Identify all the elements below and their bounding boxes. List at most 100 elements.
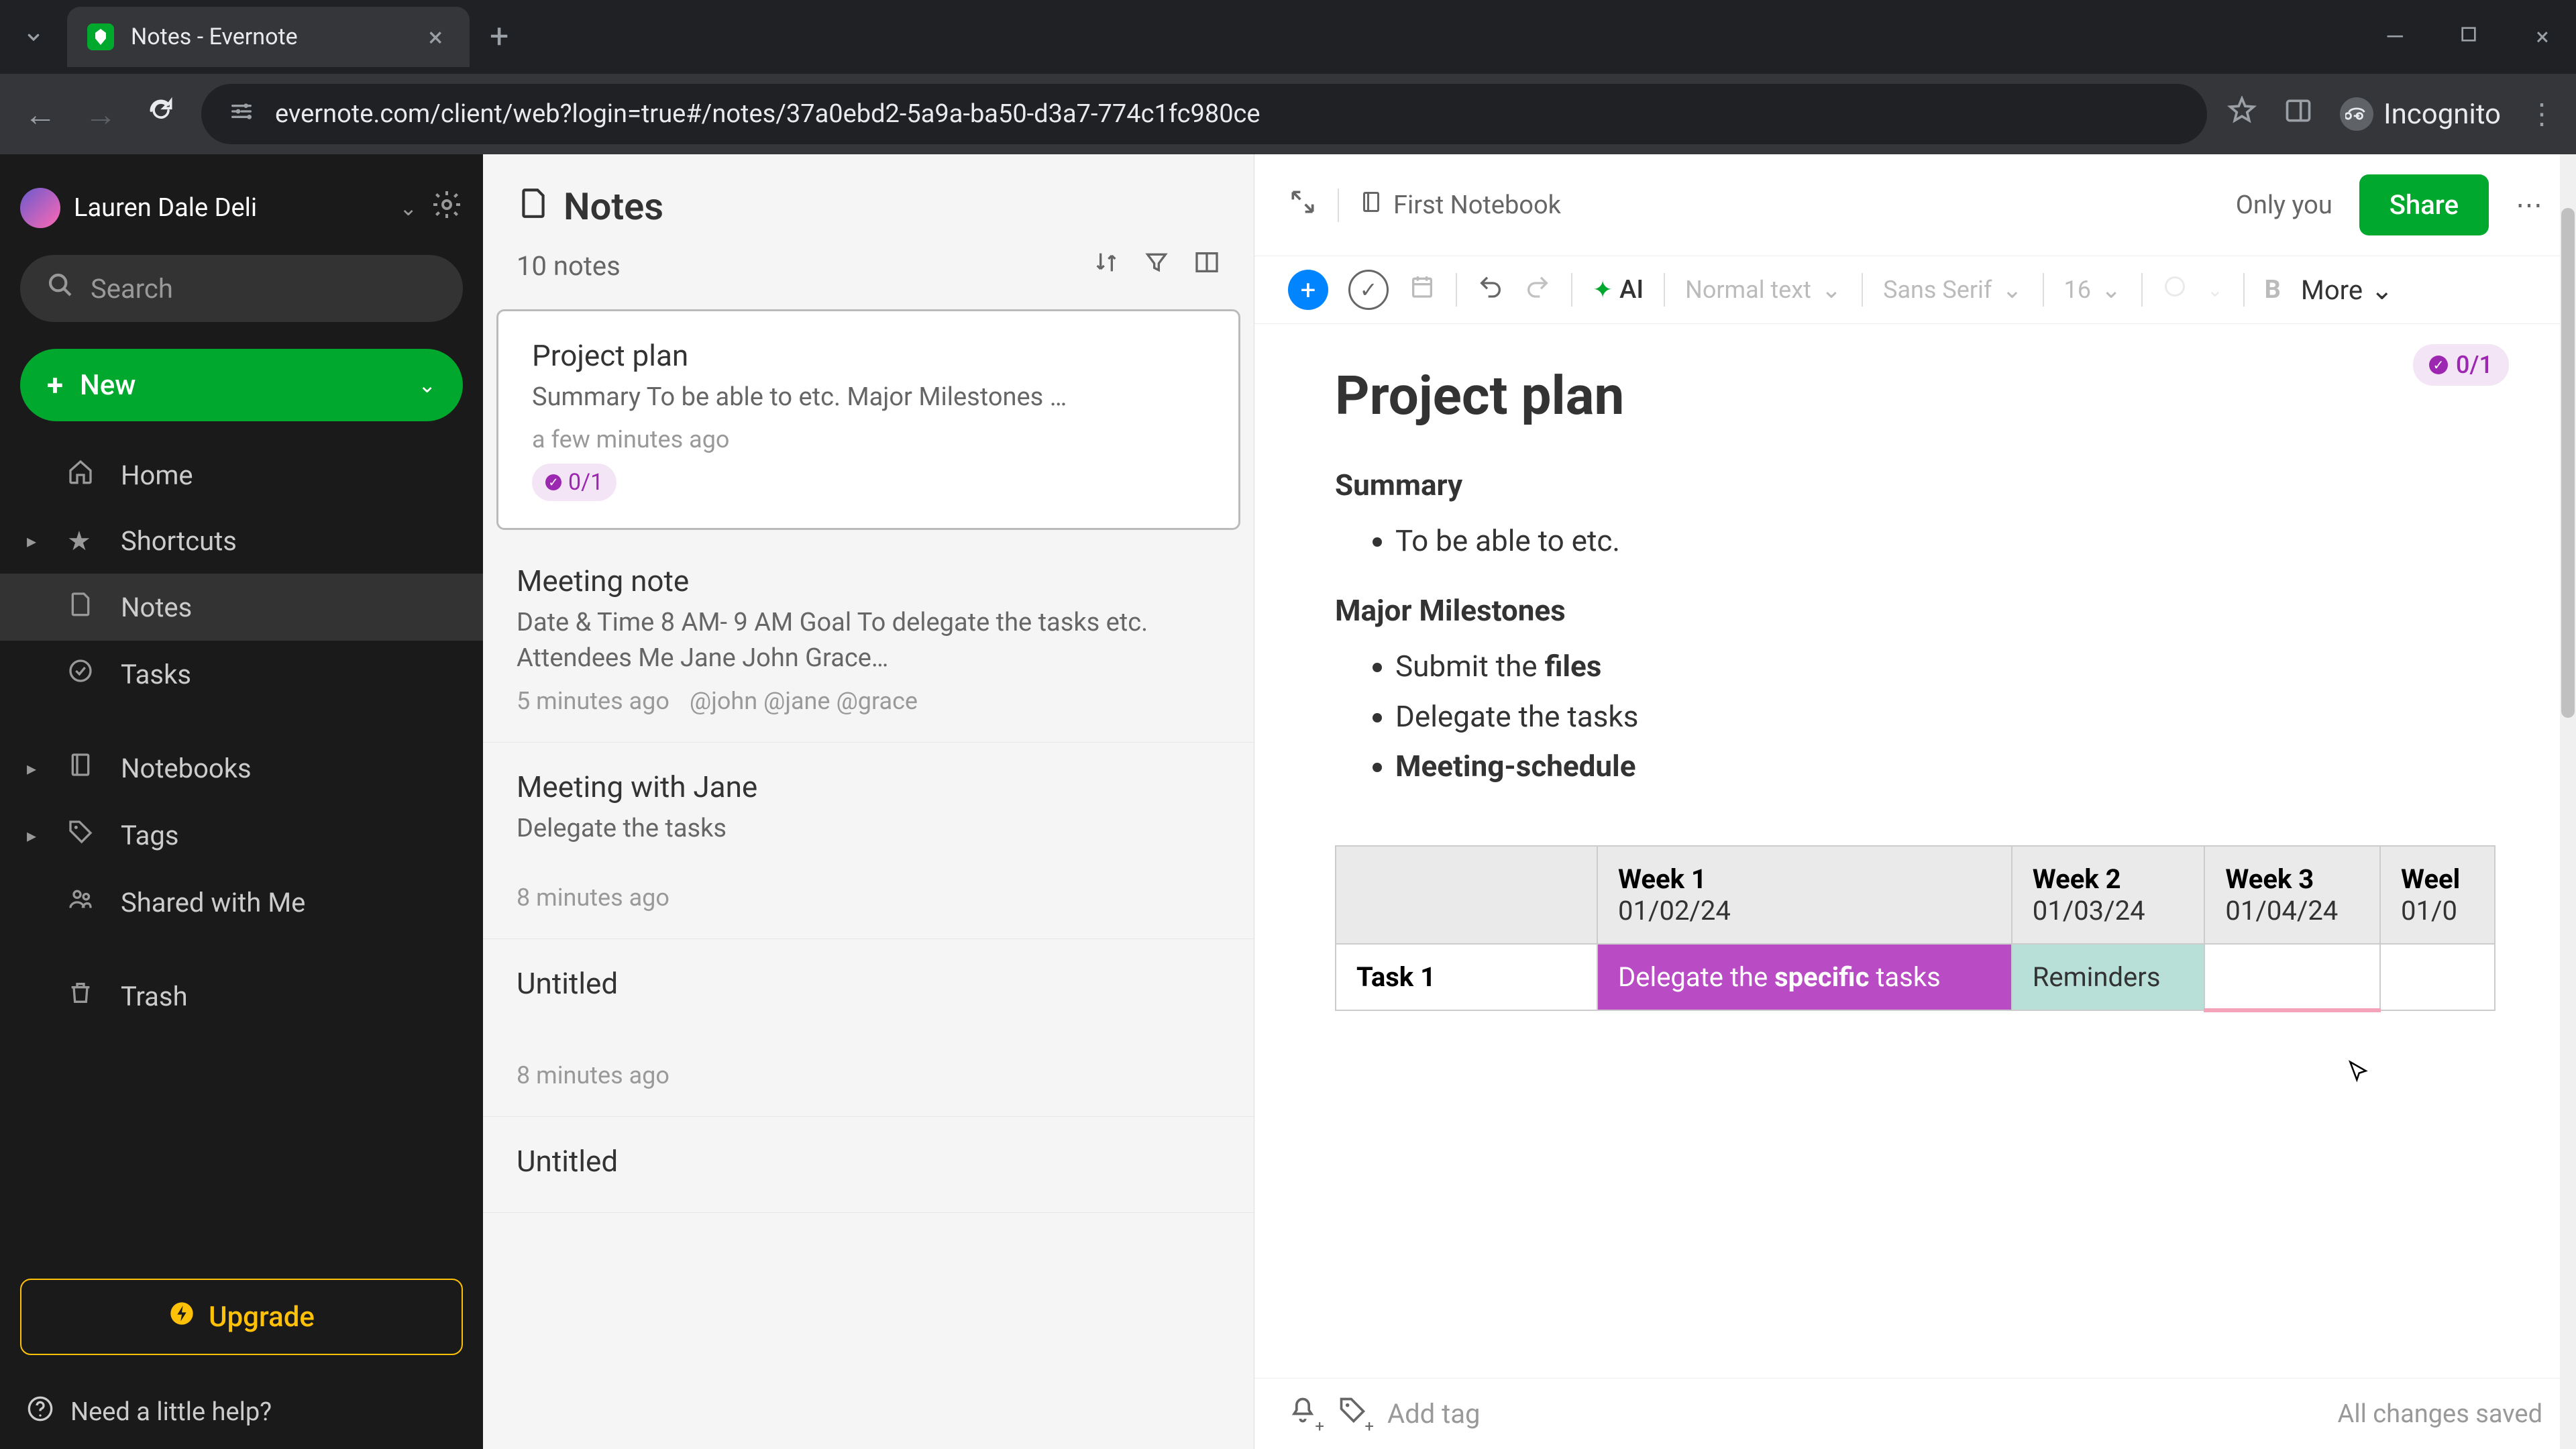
note-item[interactable]: Meeting with Jane Delegate the tasks 8 m… xyxy=(483,743,1254,939)
font-select[interactable]: Sans Serif ⌄ xyxy=(1883,276,2022,304)
expand-note-button[interactable] xyxy=(1288,187,1318,223)
scrollbar-thumb[interactable] xyxy=(2561,208,2575,718)
note-more-button[interactable]: ⋯ xyxy=(2516,189,2542,221)
incognito-indicator[interactable]: Incognito xyxy=(2340,97,2501,131)
badge-text: 0/1 xyxy=(568,469,603,496)
task-cell[interactable]: Reminders xyxy=(2012,944,2205,1010)
site-info-button[interactable] xyxy=(228,98,255,131)
sidebar-item-shared[interactable]: Shared with Me xyxy=(0,869,483,936)
tab-search-dropdown[interactable] xyxy=(13,17,54,57)
notebook-selector[interactable]: First Notebook xyxy=(1359,190,1561,220)
note-title: Project plan xyxy=(532,338,1205,373)
forward-button[interactable]: → xyxy=(80,95,121,133)
chevron-down-icon: ⌄ xyxy=(2101,276,2121,304)
font-size-select[interactable]: 16 ⌄ xyxy=(2064,276,2122,304)
notes-list-panel: Notes 10 notes Project plan Summary To b… xyxy=(483,154,1254,1449)
sidebar-item-tasks[interactable]: Tasks xyxy=(0,641,483,708)
toolbar-more-button[interactable]: More ⌄ xyxy=(2301,274,2394,306)
reload-button[interactable] xyxy=(141,95,181,133)
task-cell[interactable] xyxy=(2204,944,2380,1010)
note-icon xyxy=(67,590,101,624)
tab-close-button[interactable]: × xyxy=(429,21,443,53)
user-name: Lauren Dale Deli xyxy=(74,193,386,223)
expand-icon[interactable]: ▸ xyxy=(27,824,47,847)
calendar-button[interactable] xyxy=(1409,273,1436,307)
note-item[interactable]: Untitled xyxy=(483,1117,1254,1213)
plan-table[interactable]: Week 101/02/24 Week 201/03/24 Week 301/0… xyxy=(1335,845,2496,1012)
search-input[interactable]: Search xyxy=(20,255,463,322)
minimize-button[interactable]: — xyxy=(2375,23,2415,51)
text-color-button[interactable] xyxy=(2163,274,2187,305)
upgrade-button[interactable]: Upgrade xyxy=(20,1279,463,1355)
sidebar-item-label: Shared with Me xyxy=(121,887,305,918)
browser-menu-button[interactable]: ⋮ xyxy=(2528,97,2556,131)
filter-button[interactable] xyxy=(1143,249,1170,282)
new-tab-button[interactable]: + xyxy=(490,17,508,56)
chevron-down-icon: ⌄ xyxy=(2002,276,2022,304)
reload-icon xyxy=(146,96,176,125)
bold-button[interactable]: B xyxy=(2265,275,2281,305)
url-actions: Incognito ⋮ xyxy=(2227,96,2556,133)
share-button[interactable]: Share xyxy=(2359,174,2489,235)
back-button[interactable]: ← xyxy=(20,95,60,133)
editor-body[interactable]: ✓ 0/1 Project plan Summary To be able to… xyxy=(1254,324,2576,1378)
settings-button[interactable] xyxy=(431,189,463,228)
user-menu[interactable]: Lauren Dale Deli ⌄ xyxy=(0,174,483,241)
sidebar-item-tags[interactable]: ▸ Tags xyxy=(0,802,483,869)
bookmark-button[interactable] xyxy=(2227,96,2257,133)
upgrade-label: Upgrade xyxy=(209,1301,315,1334)
note-item[interactable]: Untitled 8 minutes ago xyxy=(483,939,1254,1117)
task-badge: ✓ 0/1 xyxy=(532,464,616,501)
new-button[interactable]: + New ⌄ xyxy=(20,349,463,421)
table-header-row: Week 101/02/24 Week 201/03/24 Week 301/0… xyxy=(1336,846,2495,944)
tune-icon xyxy=(228,98,255,125)
browser-tab[interactable]: Notes - Evernote × xyxy=(67,7,470,67)
task-button[interactable]: ✓ xyxy=(1348,270,1389,310)
sidebar-item-home[interactable]: Home xyxy=(0,441,483,508)
scrollbar[interactable] xyxy=(2560,154,2576,1449)
maximize-button[interactable] xyxy=(2449,23,2489,51)
paragraph-style-select[interactable]: Normal text ⌄ xyxy=(1685,276,1841,304)
undo-button[interactable] xyxy=(1477,273,1504,307)
note-item[interactable]: Meeting note Date & Time 8 AM- 9 AM Goal… xyxy=(483,537,1254,742)
ai-button[interactable]: ✦ AI xyxy=(1593,275,1644,305)
task-cell[interactable] xyxy=(2380,944,2495,1010)
redo-icon xyxy=(1524,273,1551,300)
save-status: All changes saved xyxy=(2338,1399,2542,1429)
tag-icon xyxy=(67,818,101,852)
side-panel-button[interactable] xyxy=(2284,96,2313,133)
milestone-item: Delegate the tasks xyxy=(1395,692,2496,742)
help-icon xyxy=(27,1395,54,1429)
window-controls: — × xyxy=(2375,23,2563,51)
layout-icon xyxy=(1193,249,1220,276)
note-title-heading[interactable]: Project plan xyxy=(1335,364,2496,427)
note-item[interactable]: Project plan Summary To be able to etc. … xyxy=(496,309,1240,530)
add-tag-input[interactable]: Add tag xyxy=(1387,1398,1480,1430)
task-cell[interactable]: Delegate the specific tasks xyxy=(1597,944,2012,1010)
sharing-status[interactable]: Only you xyxy=(2236,191,2332,220)
add-tag-button[interactable]: + xyxy=(1338,1395,1367,1432)
expand-icon[interactable]: ▸ xyxy=(27,530,47,552)
milestones-heading: Major Milestones xyxy=(1335,593,2496,628)
sidebar-item-shortcuts[interactable]: ▸ ★ Shortcuts xyxy=(0,508,483,574)
note-timestamp: 5 minutes ago xyxy=(517,687,669,715)
sidebar-item-notebooks[interactable]: ▸ Notebooks xyxy=(0,735,483,802)
redo-button[interactable] xyxy=(1524,273,1551,307)
expand-icon[interactable]: ▸ xyxy=(27,757,47,780)
insert-button[interactable]: + xyxy=(1288,270,1328,310)
editor-header: First Notebook Only you Share ⋯ xyxy=(1254,154,2576,256)
help-button[interactable]: Need a little help? xyxy=(0,1375,483,1449)
bell-icon xyxy=(1288,1395,1318,1425)
close-window-button[interactable]: × xyxy=(2522,23,2563,51)
sidebar-item-trash[interactable]: Trash xyxy=(0,963,483,1030)
task-count-pill[interactable]: ✓ 0/1 xyxy=(2413,344,2509,386)
address-bar[interactable]: evernote.com/client/web?login=true#/note… xyxy=(201,84,2207,144)
add-reminder-button[interactable]: + xyxy=(1288,1395,1318,1432)
sidebar-item-notes[interactable]: Notes xyxy=(0,574,483,641)
row-label: Task 1 xyxy=(1336,944,1597,1010)
expand-icon xyxy=(1288,187,1318,217)
note-title: Untitled xyxy=(517,1144,1220,1179)
chevron-down-icon: ⌄ xyxy=(418,372,436,398)
sort-button[interactable] xyxy=(1093,249,1120,282)
view-button[interactable] xyxy=(1193,249,1220,282)
